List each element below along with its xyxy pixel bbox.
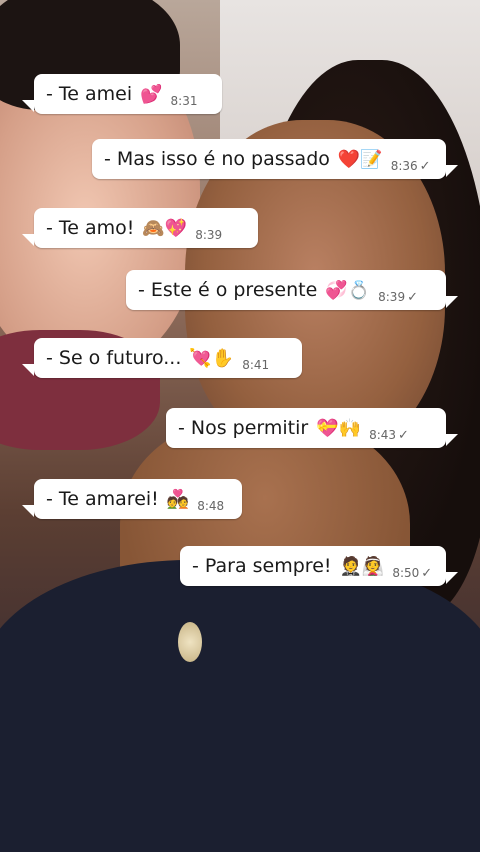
message-time: 8:39	[378, 290, 406, 304]
message-bubble-outgoing[interactable]: - Este é o presente 💞💍 8:39 ✓	[126, 270, 458, 310]
message-text: - Mas isso é no passado	[104, 148, 330, 170]
message-emoji: 💕	[140, 83, 163, 105]
message-bubble-outgoing[interactable]: - Mas isso é no passado ❤️📝 8:36 ✓	[92, 139, 458, 179]
message-text: - Te amei	[46, 83, 133, 105]
message-emoji: 💞💍	[325, 279, 371, 301]
message-time: 8:36	[390, 159, 418, 173]
sent-check-icon: ✓	[407, 289, 418, 305]
message-text: - Este é o presente	[138, 279, 318, 301]
message-text: - Nos permitir	[178, 417, 309, 439]
message-text: - Te amarei!	[46, 488, 159, 510]
message-emoji: ❤️📝	[337, 148, 383, 170]
message-emoji: 💘✋	[189, 347, 235, 369]
message-time: 8:43	[369, 428, 397, 442]
message-bubble-incoming[interactable]: - Te amo! 🙈💖 8:39	[22, 208, 258, 248]
message-bubble-incoming[interactable]: - Te amarei! 💑 8:48	[22, 479, 242, 519]
woman-dress	[0, 560, 480, 852]
message-emoji: 💑	[166, 488, 190, 510]
message-text: - Te amo!	[46, 217, 135, 239]
message-bubble-incoming[interactable]: - Te amei 💕 8:31	[22, 74, 222, 114]
message-time: 8:41	[242, 358, 270, 372]
message-emoji: 💝🙌	[316, 417, 362, 439]
message-text: - Se o futuro...	[46, 347, 182, 369]
sent-check-icon: ✓	[421, 565, 433, 581]
message-text: - Para sempre!	[192, 555, 332, 577]
message-time: 8:48	[197, 499, 225, 513]
message-time: 8:50	[392, 566, 420, 580]
message-time: 8:39	[195, 228, 223, 242]
message-emoji: 🙈💖	[142, 217, 188, 239]
message-time: 8:31	[170, 94, 198, 108]
necklace-pendant	[178, 622, 202, 662]
message-bubble-incoming[interactable]: - Se o futuro... 💘✋ 8:41	[22, 338, 302, 378]
sent-check-icon: ✓	[398, 427, 409, 443]
message-bubble-outgoing[interactable]: - Para sempre! 🤵👰 8:50 ✓	[180, 546, 458, 586]
message-bubble-outgoing[interactable]: - Nos permitir 💝🙌 8:43 ✓	[166, 408, 458, 448]
message-emoji: 🤵👰	[339, 555, 385, 577]
sent-check-icon: ✓	[419, 158, 431, 174]
